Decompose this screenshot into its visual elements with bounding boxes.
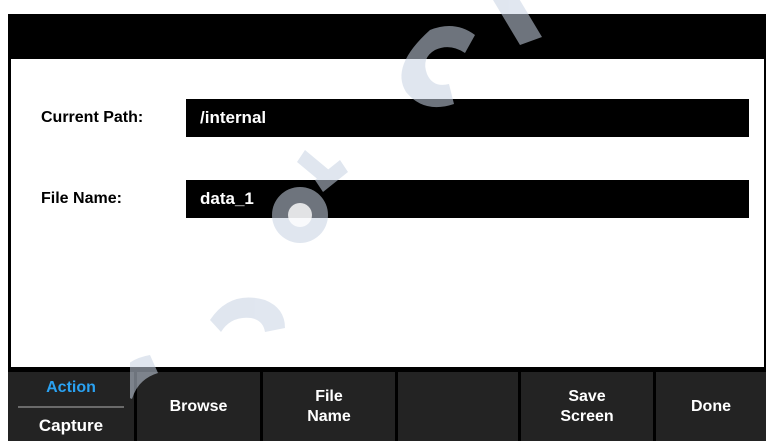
done-label: Done: [691, 397, 731, 415]
current-path-value: /internal: [200, 108, 267, 127]
save-screen-line1: Save: [568, 387, 606, 405]
current-path-row: Current Path: /internal: [11, 99, 764, 139]
capture-label: Capture: [38, 416, 104, 435]
file-name-value: data_1: [200, 189, 254, 208]
browse-label: Browse: [169, 397, 228, 415]
file-name-key-line2: Name: [307, 407, 351, 425]
file-name-key-line1: File: [315, 387, 343, 405]
action-capture-softkey[interactable]: Action Capture: [8, 372, 134, 441]
empty-softkey[interactable]: [398, 372, 518, 441]
save-screen-softkey[interactable]: Save Screen: [521, 372, 653, 441]
current-path-field[interactable]: /internal: [186, 99, 749, 137]
current-path-label: Current Path:: [41, 109, 144, 126]
file-name-field[interactable]: data_1: [186, 180, 749, 218]
done-softkey[interactable]: Done: [656, 372, 766, 441]
softkey-bar: Action Capture Browse File Name Save Scr…: [8, 372, 766, 441]
softkey-divider: [18, 406, 124, 408]
title-bar: [8, 14, 766, 59]
instrument-screen: Current Path: /internal File Name: data_…: [8, 14, 766, 441]
action-label: Action: [46, 379, 96, 396]
save-screen-line2: Screen: [560, 407, 614, 425]
file-name-row: File Name: data_1: [11, 180, 764, 220]
file-name-label: File Name:: [41, 190, 122, 207]
file-name-softkey[interactable]: File Name: [263, 372, 395, 441]
browse-softkey[interactable]: Browse: [137, 372, 260, 441]
save-dialog-panel: Current Path: /internal File Name: data_…: [11, 59, 764, 367]
